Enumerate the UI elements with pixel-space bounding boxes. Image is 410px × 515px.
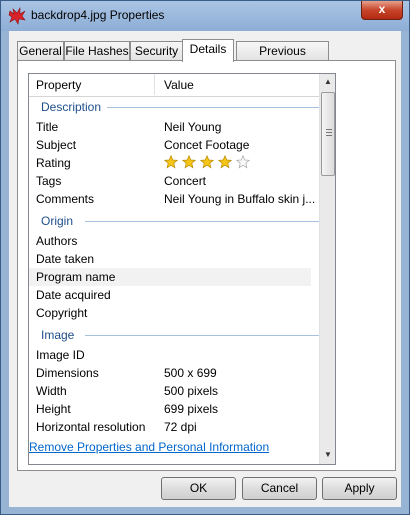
vertical-scrollbar[interactable]: ▲ ▼ [319,74,335,464]
star-filled-icon[interactable] [200,155,214,169]
scroll-thumb[interactable] [321,92,335,176]
group-divider [85,335,319,336]
cancel-button[interactable]: Cancel [242,477,317,500]
property-name: Width [36,384,67,398]
property-name: Title [36,120,59,134]
group-label: Description [41,100,102,114]
group-label: Image [41,328,75,342]
remove-properties-link[interactable]: Remove Properties and Personal Informati… [29,440,269,454]
property-row-program-name[interactable]: Program name [29,268,311,286]
property-name: Date taken [36,252,95,266]
property-name: Dimensions [36,366,99,380]
property-row-title[interactable]: Title Neil Young [29,118,319,136]
grip-line [326,132,332,133]
property-name: Tags [36,174,62,188]
property-row-image-id[interactable]: Image ID [29,346,319,364]
column-header-property[interactable]: Property [36,78,81,92]
property-row-tags[interactable]: Tags Concert [29,172,319,190]
property-row-comments[interactable]: Comments Neil Young in Buffalo skin j... [29,190,319,208]
property-row-rating[interactable]: Rating [29,154,319,172]
apply-button[interactable]: Apply [322,477,397,500]
property-name: Date acquired [36,288,111,302]
rating-stars[interactable] [164,155,254,172]
property-row-horizontal-resolution[interactable]: Horizontal resolution 72 dpi [29,418,319,436]
scroll-down-icon[interactable]: ▼ [320,447,335,463]
property-name: Program name [36,270,116,284]
scroll-up-icon[interactable]: ▲ [320,74,335,90]
property-name: Image ID [36,348,85,362]
property-value[interactable]: 699 pixels [164,402,218,416]
property-row-copyright[interactable]: Copyright [29,304,319,322]
tab-general[interactable]: General [17,41,64,60]
property-value[interactable]: 500 pixels [164,384,218,398]
close-icon: x [378,2,386,16]
property-row-authors[interactable]: Authors [29,232,319,250]
property-name: Rating [36,156,71,170]
camera-icon [8,7,26,25]
property-name: Copyright [36,306,88,320]
property-row-height[interactable]: Height 699 pixels [29,400,319,418]
ok-button[interactable]: OK [161,477,236,500]
properties-window: backdrop4.jpg Properties x General File … [0,0,410,515]
details-panel: Property Value Description Title Neil Yo… [17,60,396,471]
property-row-dimensions[interactable]: Dimensions 500 x 699 [29,364,319,382]
property-name: Authors [36,234,78,248]
group-description: Description [29,98,319,116]
column-divider[interactable] [154,74,155,95]
property-name: Height [36,402,71,416]
group-image: Image [29,326,319,344]
star-filled-icon[interactable] [164,155,178,169]
property-value[interactable]: Concet Footage [164,138,249,152]
property-name: Comments [36,192,95,206]
property-row-subject[interactable]: Subject Concet Footage [29,136,319,154]
property-name: Horizontal resolution [36,420,146,434]
grip-line [326,129,332,130]
column-header: Property Value [29,74,319,97]
property-row-width[interactable]: Width 500 pixels [29,382,319,400]
star-empty-icon[interactable] [236,155,250,169]
column-header-value[interactable]: Value [164,78,194,92]
property-value[interactable]: 72 dpi [164,420,197,434]
star-filled-icon[interactable] [182,155,196,169]
group-divider [85,221,319,222]
property-value[interactable]: Concert [164,174,206,188]
property-row-date-acquired[interactable]: Date acquired [29,286,319,304]
group-label: Origin [41,214,74,228]
dialog-body: General File Hashes Security Details Pre… [9,31,401,507]
title-bar[interactable]: backdrop4.jpg Properties x [1,1,409,31]
star-filled-icon[interactable] [218,155,232,169]
tab-security[interactable]: Security [130,41,183,60]
tab-previous-versions[interactable]: Previous Versions [236,41,329,76]
grip-line [326,135,332,136]
group-divider [107,107,319,108]
window-title: backdrop4.jpg Properties [31,8,165,22]
close-button[interactable]: x [361,1,403,20]
group-origin: Origin [29,212,319,230]
property-value[interactable]: Neil Young [164,120,221,134]
property-row-date-taken[interactable]: Date taken [29,250,319,268]
details-list[interactable]: Property Value Description Title Neil Yo… [28,73,336,465]
property-value[interactable]: 500 x 699 [164,366,217,380]
property-value[interactable]: Neil Young in Buffalo skin j... [164,192,315,206]
tab-details[interactable]: Details [182,39,234,62]
property-name: Subject [36,138,77,152]
tab-file-hashes[interactable]: File Hashes [64,41,130,60]
